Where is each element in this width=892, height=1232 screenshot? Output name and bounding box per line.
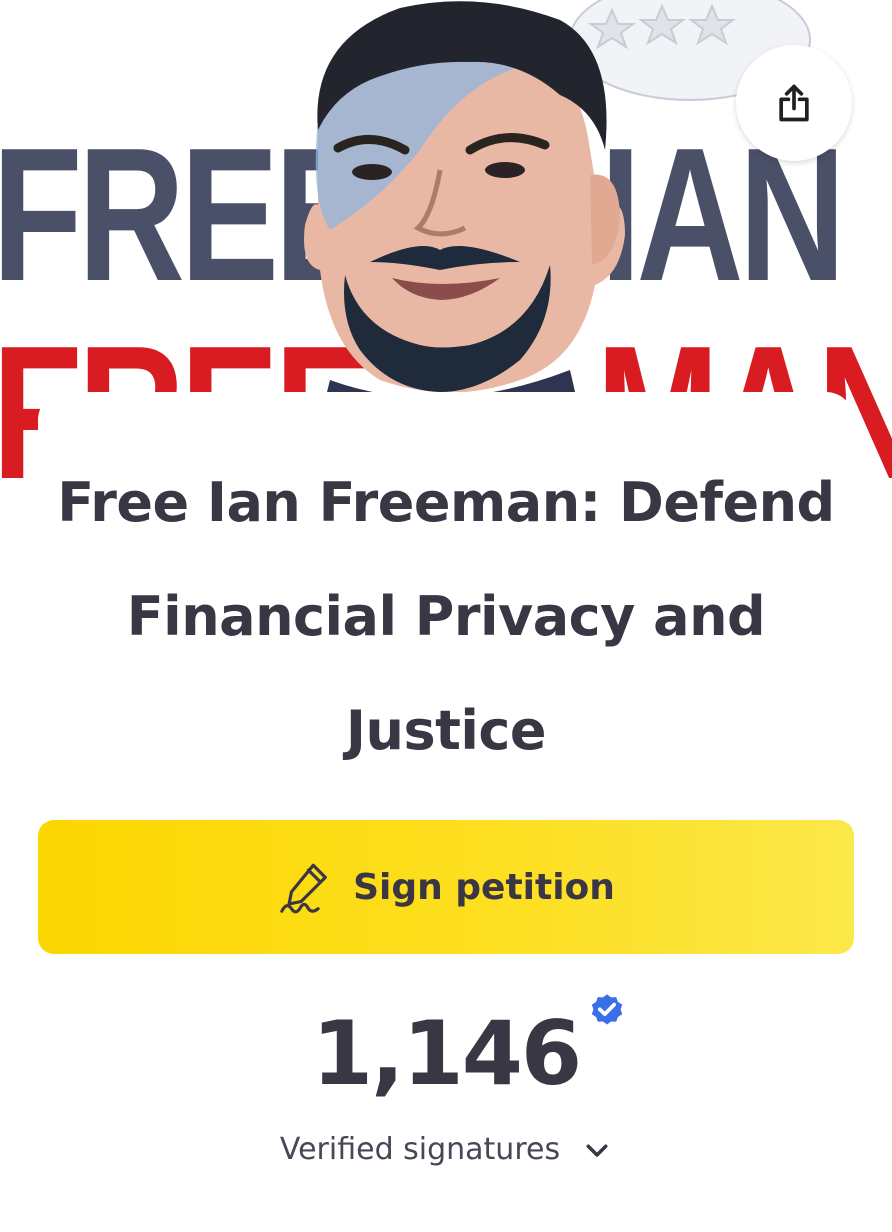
signature-count: 1,146	[311, 994, 623, 1105]
share-button[interactable]	[736, 45, 852, 161]
sign-petition-label: Sign petition	[353, 866, 615, 908]
verified-signatures-label: Verified signatures	[279, 1132, 561, 1167]
petition-title: Free Ian Freeman: Defend Financial Priva…	[57, 471, 835, 762]
share-icon	[779, 84, 809, 122]
signature-count-value: 1,146	[311, 1002, 582, 1105]
verified-badge-icon	[591, 994, 623, 1025]
verified-signatures-toggle[interactable]: Verified signatures	[0, 1132, 892, 1167]
chevron-down-icon	[582, 1135, 612, 1165]
signature-count-block: 1,146	[0, 994, 892, 1105]
signature-pen-icon	[280, 863, 327, 914]
sign-petition-button[interactable]: Sign petition	[38, 820, 854, 954]
